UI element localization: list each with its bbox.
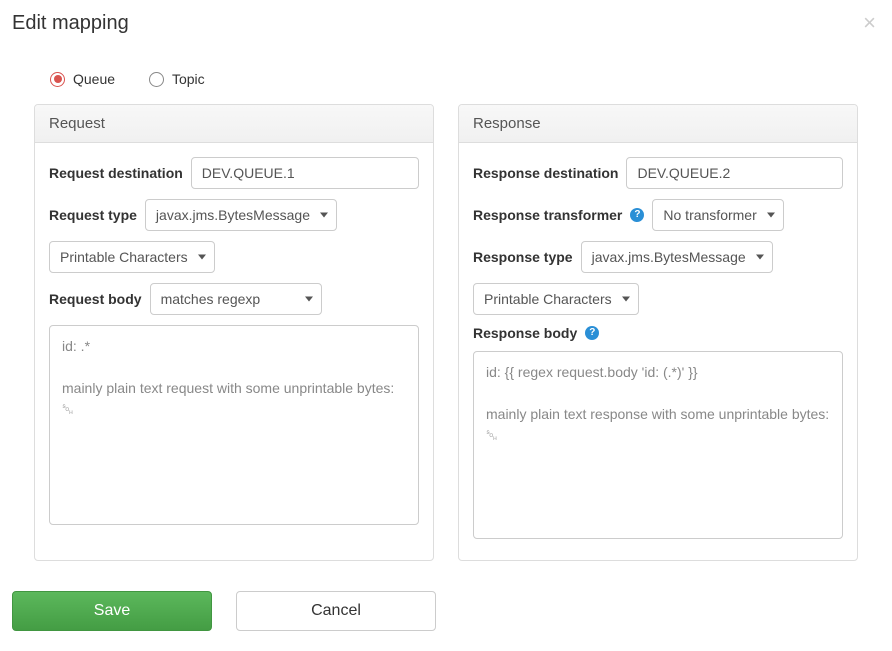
request-type-label: Request type — [49, 207, 137, 223]
help-icon[interactable]: ? — [630, 208, 644, 222]
request-type-select[interactable]: javax.jms.BytesMessage — [145, 199, 337, 231]
destination-type-radio-group: Queue Topic — [12, 43, 880, 104]
cancel-button[interactable]: Cancel — [236, 591, 436, 631]
save-button[interactable]: Save — [12, 591, 212, 631]
request-type-value: javax.jms.BytesMessage — [156, 207, 310, 223]
chevron-down-icon — [622, 296, 630, 301]
chevron-down-icon — [767, 212, 775, 217]
request-body-matcher-select[interactable]: matches regexp — [150, 283, 322, 315]
response-body-label: Response body — [473, 325, 577, 341]
request-destination-input[interactable] — [191, 157, 419, 189]
radio-topic[interactable]: Topic — [149, 71, 205, 87]
response-destination-input[interactable] — [626, 157, 843, 189]
request-body-matcher-value: matches regexp — [161, 291, 261, 307]
request-destination-label: Request destination — [49, 165, 183, 181]
chevron-down-icon — [756, 254, 764, 259]
radio-icon — [149, 72, 164, 87]
response-type-value: javax.jms.BytesMessage — [592, 249, 746, 265]
response-type-select[interactable]: javax.jms.BytesMessage — [581, 241, 773, 273]
response-panel: Response Response destination Response t… — [458, 104, 858, 561]
close-icon[interactable]: × — [859, 12, 880, 34]
response-transformer-label: Response transformer — [473, 207, 622, 223]
response-panel-title: Response — [459, 105, 857, 143]
response-type-label: Response type — [473, 249, 573, 265]
response-transformer-value: No transformer — [663, 207, 756, 223]
response-destination-label: Response destination — [473, 165, 618, 181]
radio-icon — [50, 72, 65, 87]
modal-title: Edit mapping — [12, 12, 129, 35]
request-body-textarea[interactable] — [49, 325, 419, 525]
request-panel: Request Request destination Request type… — [34, 104, 434, 561]
response-encoding-value: Printable Characters — [484, 291, 612, 307]
request-panel-title: Request — [35, 105, 433, 143]
request-body-label: Request body — [49, 291, 142, 307]
radio-topic-label: Topic — [172, 71, 205, 87]
radio-queue[interactable]: Queue — [50, 71, 115, 87]
radio-queue-label: Queue — [73, 71, 115, 87]
response-transformer-select[interactable]: No transformer — [652, 199, 783, 231]
response-body-textarea[interactable] — [473, 351, 843, 539]
chevron-down-icon — [198, 254, 206, 259]
request-encoding-select[interactable]: Printable Characters — [49, 241, 215, 273]
response-encoding-select[interactable]: Printable Characters — [473, 283, 639, 315]
chevron-down-icon — [320, 212, 328, 217]
help-icon[interactable]: ? — [585, 326, 599, 340]
request-encoding-value: Printable Characters — [60, 249, 188, 265]
chevron-down-icon — [305, 296, 313, 301]
